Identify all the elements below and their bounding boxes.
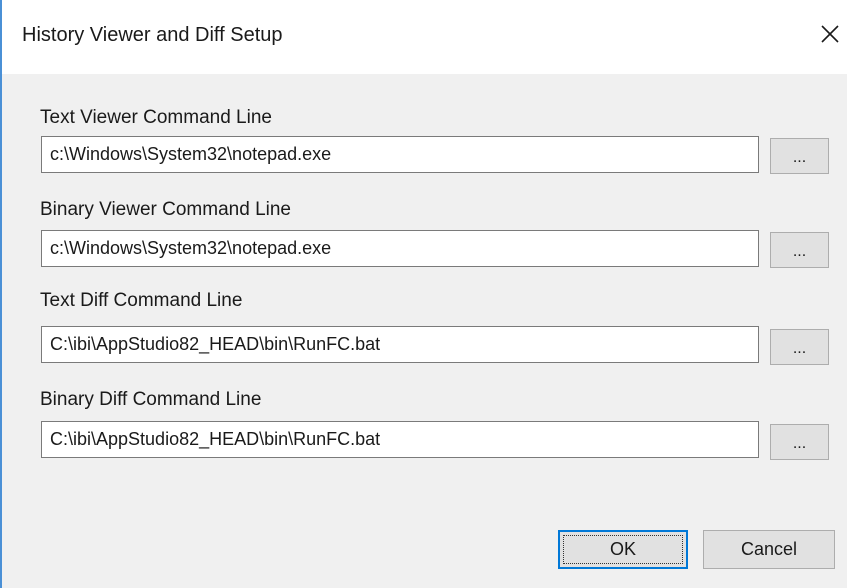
close-button[interactable] [810,14,847,54]
text-diff-label: Text Diff Command Line [40,290,243,311]
binary-diff-command-input[interactable] [41,421,759,458]
binary-diff-label: Binary Diff Command Line [40,389,262,410]
window-title: History Viewer and Diff Setup [22,24,283,46]
text-diff-command-input[interactable] [41,326,759,363]
cancel-button[interactable]: Cancel [703,530,835,569]
binary-viewer-browse-button[interactable]: ... [770,232,829,268]
title-bar: History Viewer and Diff Setup [2,0,847,74]
text-viewer-command-input[interactable] [41,136,759,173]
ok-button-label: OK [563,535,683,564]
close-icon [821,25,839,43]
binary-viewer-command-input[interactable] [41,230,759,267]
text-diff-browse-button[interactable]: ... [770,329,829,365]
text-viewer-label: Text Viewer Command Line [40,107,272,128]
text-viewer-browse-button[interactable]: ... [770,138,829,174]
ok-button[interactable]: OK [558,530,688,569]
binary-viewer-label: Binary Viewer Command Line [40,199,291,220]
binary-diff-browse-button[interactable]: ... [770,424,829,460]
dialog-window: History Viewer and Diff Setup Text Viewe… [0,0,847,588]
